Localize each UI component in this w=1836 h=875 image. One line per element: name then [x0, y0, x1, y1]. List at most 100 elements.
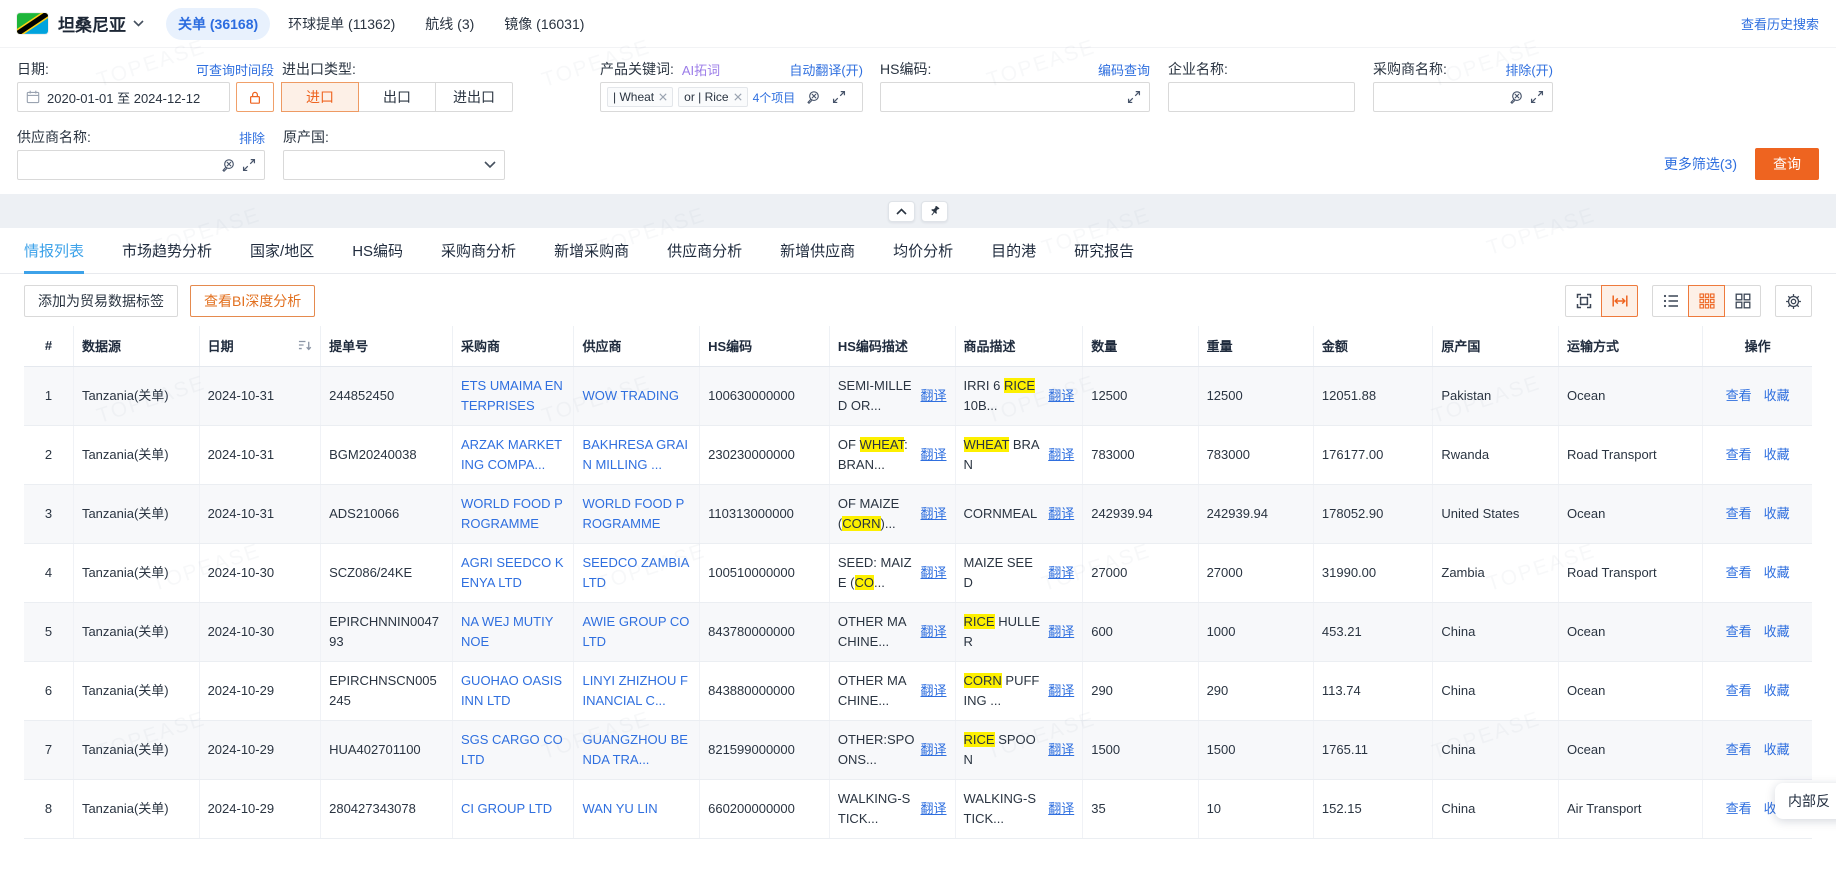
- col-header-date[interactable]: 日期: [199, 326, 321, 366]
- hs-query-link[interactable]: 编码查询: [1098, 60, 1150, 79]
- favorite-link[interactable]: 收藏: [1764, 565, 1790, 580]
- expand-icon[interactable]: [242, 158, 256, 172]
- buyer-link[interactable]: SGS CARGO CO LTD: [461, 732, 563, 767]
- supplier-link[interactable]: WAN YU LIN: [582, 801, 657, 816]
- translate-link[interactable]: 翻译: [921, 563, 947, 583]
- date-range-input[interactable]: 2020-01-01 至 2024-12-12: [17, 82, 230, 112]
- translate-link[interactable]: 翻译: [921, 622, 947, 642]
- seal-icon[interactable]: [1509, 90, 1524, 105]
- origin-select[interactable]: [283, 150, 505, 180]
- translate-link[interactable]: 翻译: [921, 681, 947, 701]
- favorite-link[interactable]: 收藏: [1764, 506, 1790, 521]
- collapse-filters-button[interactable]: [888, 201, 915, 222]
- view-link[interactable]: 查看: [1726, 388, 1752, 403]
- analysis-tab[interactable]: 供应商分析: [667, 228, 742, 273]
- translate-link[interactable]: 翻译: [921, 504, 947, 524]
- dataset-tab[interactable]: 镜像 (16031): [492, 8, 596, 40]
- translate-link[interactable]: 翻译: [1048, 563, 1074, 583]
- view-link[interactable]: 查看: [1726, 742, 1752, 757]
- view-link[interactable]: 查看: [1726, 801, 1752, 816]
- card-view-button[interactable]: [1724, 285, 1761, 317]
- translate-link[interactable]: 翻译: [921, 445, 947, 465]
- translate-link[interactable]: 翻译: [1048, 740, 1074, 760]
- buyer-link[interactable]: WORLD FOOD PROGRAMME: [461, 496, 563, 531]
- translate-link[interactable]: 翻译: [1048, 504, 1074, 524]
- translate-link[interactable]: 翻译: [1048, 386, 1074, 406]
- analysis-tab[interactable]: 市场趋势分析: [122, 228, 212, 273]
- fit-screen-button[interactable]: [1565, 285, 1602, 317]
- keyword-more-link[interactable]: 4个项目: [753, 89, 796, 106]
- view-link[interactable]: 查看: [1726, 506, 1752, 521]
- expand-icon[interactable]: [1127, 90, 1141, 104]
- analysis-tab[interactable]: 情报列表: [24, 228, 84, 273]
- view-link[interactable]: 查看: [1726, 683, 1752, 698]
- dataset-tab[interactable]: 航线 (3): [413, 8, 486, 40]
- translate-link[interactable]: 翻译: [1048, 445, 1074, 465]
- translate-link[interactable]: 翻译: [921, 740, 947, 760]
- dataset-tab[interactable]: 环球提单 (11362): [276, 8, 407, 40]
- supplier-link[interactable]: SEEDCO ZAMBIA LTD: [582, 555, 688, 590]
- translate-link[interactable]: 翻译: [921, 799, 947, 819]
- translate-link[interactable]: 翻译: [921, 386, 947, 406]
- auto-translate-link[interactable]: 自动翻译(开): [789, 60, 863, 79]
- full-width-button[interactable]: [1601, 285, 1638, 317]
- analysis-tab[interactable]: 采购商分析: [441, 228, 516, 273]
- list-view-button[interactable]: [1652, 285, 1689, 317]
- keyword-input[interactable]: | Wheat or | Rice 4个项目: [600, 82, 863, 112]
- trade-type-button[interactable]: 进出口: [435, 82, 513, 112]
- trade-type-button[interactable]: 出口: [358, 82, 436, 112]
- search-button[interactable]: 查询: [1755, 148, 1819, 180]
- supplier-link[interactable]: LINYI ZHIZHOU FINANCIAL C...: [582, 673, 687, 708]
- buyer-exclude-link[interactable]: 排除(开): [1505, 60, 1553, 79]
- supplier-link[interactable]: AWIE GROUP CO LTD: [582, 614, 689, 649]
- remove-tag-icon[interactable]: [734, 93, 742, 101]
- settings-button[interactable]: [1775, 285, 1812, 317]
- buyer-link[interactable]: ETS UMAIMA ENTERPRISES: [461, 378, 563, 413]
- seal-icon[interactable]: [221, 158, 236, 173]
- analysis-tab[interactable]: HS编码: [352, 228, 403, 273]
- analysis-tab[interactable]: 新增供应商: [780, 228, 855, 273]
- ai-expand-link[interactable]: AI拓词: [682, 60, 720, 79]
- view-link[interactable]: 查看: [1726, 624, 1752, 639]
- dataset-tab[interactable]: 关单 (36168): [166, 8, 270, 40]
- supplier-input[interactable]: [26, 151, 215, 179]
- internal-feedback-tab[interactable]: 内部反: [1775, 783, 1836, 819]
- expand-icon[interactable]: [832, 90, 846, 104]
- favorite-link[interactable]: 收藏: [1764, 447, 1790, 462]
- history-search-link[interactable]: 查看历史搜索: [1741, 14, 1819, 33]
- expand-icon[interactable]: [1530, 90, 1544, 104]
- country-selector[interactable]: 坦桑尼亚: [58, 11, 144, 36]
- favorite-link[interactable]: 收藏: [1764, 388, 1790, 403]
- buyer-link[interactable]: GUOHAO OASIS INN LTD: [461, 673, 562, 708]
- remove-tag-icon[interactable]: [659, 93, 667, 101]
- translate-link[interactable]: 翻译: [1048, 622, 1074, 642]
- trade-type-button[interactable]: 进口: [281, 82, 359, 112]
- hs-code-input[interactable]: [889, 83, 1121, 111]
- table-view-button[interactable]: [1688, 285, 1725, 317]
- bi-analysis-button[interactable]: 查看BI深度分析: [190, 285, 315, 317]
- analysis-tab[interactable]: 新增采购商: [554, 228, 629, 273]
- favorite-link[interactable]: 收藏: [1764, 683, 1790, 698]
- supplier-link[interactable]: WOW TRADING: [582, 388, 679, 403]
- more-filters-link[interactable]: 更多筛选(3): [1664, 154, 1737, 174]
- translate-link[interactable]: 翻译: [1048, 681, 1074, 701]
- date-range-link[interactable]: 可查询时间段: [196, 60, 274, 79]
- view-link[interactable]: 查看: [1726, 565, 1752, 580]
- company-input[interactable]: [1177, 83, 1346, 111]
- analysis-tab[interactable]: 研究报告: [1074, 228, 1134, 273]
- translate-link[interactable]: 翻译: [1048, 799, 1074, 819]
- favorite-link[interactable]: 收藏: [1764, 742, 1790, 757]
- buyer-link[interactable]: CI GROUP LTD: [461, 801, 552, 816]
- buyer-input[interactable]: [1382, 83, 1503, 111]
- favorite-link[interactable]: 收藏: [1764, 624, 1790, 639]
- add-data-tag-button[interactable]: 添加为贸易数据标签: [24, 285, 178, 317]
- analysis-tab[interactable]: 均价分析: [893, 228, 953, 273]
- buyer-link[interactable]: NA WEJ MUTIY NOE: [461, 614, 553, 649]
- date-lock-button[interactable]: [236, 82, 274, 112]
- supplier-exclude-link[interactable]: 排除: [239, 128, 265, 147]
- seal-icon[interactable]: [806, 90, 821, 105]
- buyer-link[interactable]: AGRI SEEDCO KENYA LTD: [461, 555, 564, 590]
- analysis-tab[interactable]: 国家/地区: [250, 228, 314, 273]
- view-link[interactable]: 查看: [1726, 447, 1752, 462]
- supplier-link[interactable]: BAKHRESA GRAIN MILLING ...: [582, 437, 687, 472]
